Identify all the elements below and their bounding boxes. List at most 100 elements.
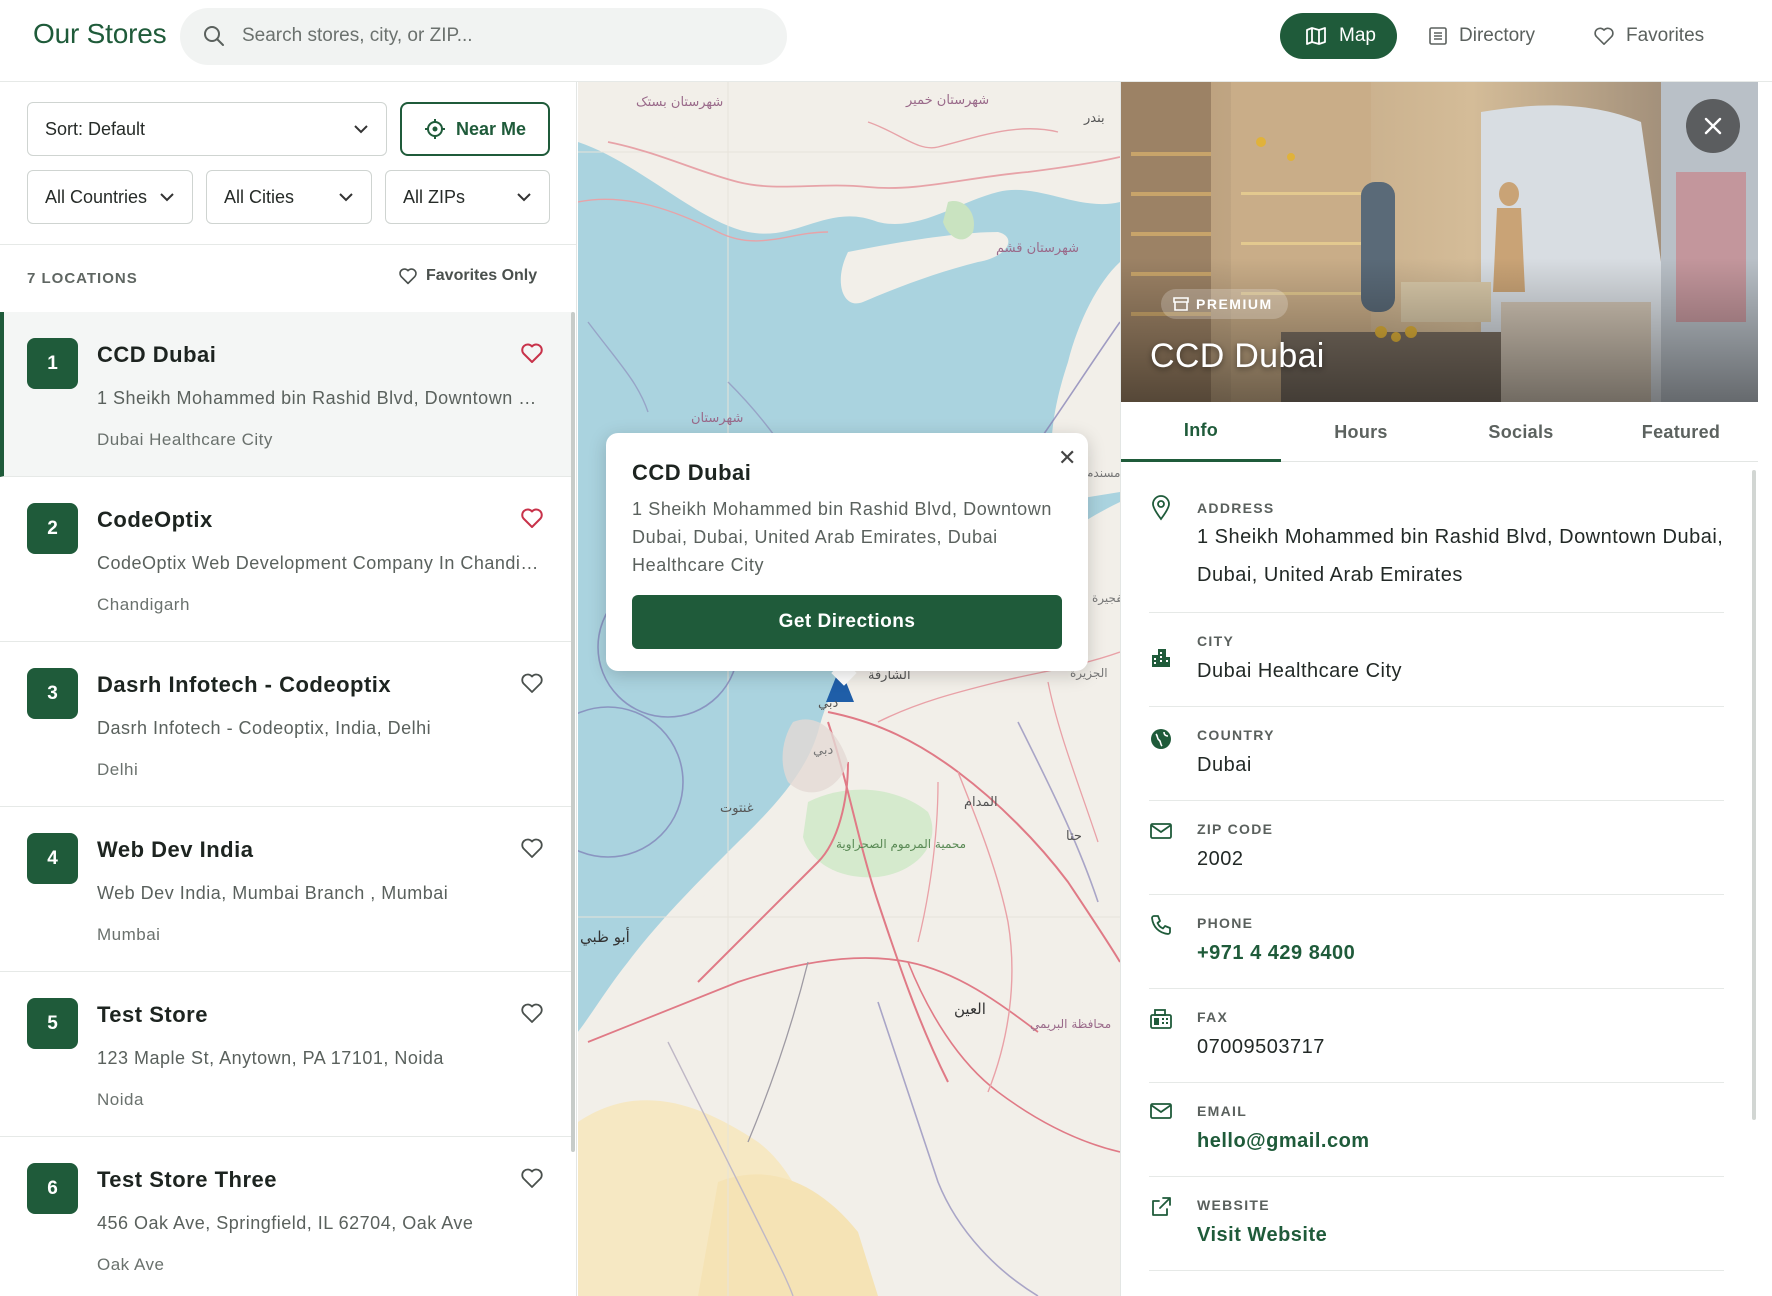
- map-label-qeshm: شهرستان قشم: [996, 241, 1079, 256]
- store-item[interactable]: 1 CCD Dubai 1 Sheikh Mohammed bin Rashid…: [0, 312, 573, 477]
- store-city: Chandigarh: [97, 595, 190, 614]
- store-item[interactable]: 5 Test Store 123 Maple St, Anytown, PA 1…: [0, 972, 573, 1137]
- city-icon: [1152, 649, 1170, 667]
- tab-info[interactable]: Info: [1121, 402, 1281, 462]
- phone-icon: [1151, 915, 1171, 935]
- zip-value: 2002: [1197, 848, 1244, 870]
- store-number-badge: 6: [27, 1163, 78, 1214]
- map-label-musandam: مسندم: [1086, 466, 1120, 480]
- map-label-abudhabi: أبو ظبي: [580, 927, 630, 947]
- info-section: ADDRESS 1 Sheikh Mohammed bin Rashid Blv…: [1149, 462, 1724, 1271]
- store-item[interactable]: 4 Web Dev India Web Dev India, Mumbai Br…: [0, 807, 573, 972]
- near-me-button[interactable]: Near Me: [400, 102, 550, 156]
- map-label-sang: شهرستان بستک: [636, 95, 723, 110]
- popup-address: 1 Sheikh Mohammed bin Rashid Blvd, Downt…: [632, 499, 1052, 575]
- store-city: Dubai Healthcare City: [97, 430, 273, 449]
- store-detail-panel: PREMIUM CCD Dubai Info Hours Socials Fea…: [1120, 82, 1758, 1296]
- country-value: All Countries: [45, 186, 148, 207]
- detail-store-name: CCD Dubai: [1150, 337, 1325, 375]
- country-row: COUNTRY Dubai: [1149, 707, 1724, 801]
- map-label-ghantoot: غنتوت: [720, 801, 754, 816]
- country-select[interactable]: All Countries: [27, 170, 193, 224]
- favorite-heart-icon[interactable]: [520, 672, 544, 694]
- heart-icon: [399, 268, 417, 285]
- store-name: Web Dev India: [97, 837, 254, 862]
- close-detail-button[interactable]: [1686, 99, 1740, 153]
- map-label-bandar: بندر: [1083, 111, 1105, 126]
- map-tiles[interactable]: شهرستان خمیر شهرستان بستک شهرستان قشم شه…: [578, 82, 1120, 1296]
- detail-scrollbar[interactable]: [1752, 470, 1756, 1120]
- favorites-view-button[interactable]: Favorites: [1593, 13, 1704, 59]
- map-label-dubai: دبي: [818, 696, 838, 711]
- map-label-fujairah: الفجيرة: [1092, 591, 1120, 606]
- store-city: Mumbai: [97, 925, 161, 944]
- store-address: 456 Oak Ave, Springfield, IL 62704, Oak …: [97, 1213, 474, 1233]
- map-label-marmoom: محمية المرموم الصحراوية: [836, 837, 966, 852]
- favorites-only-label: Favorites Only: [426, 267, 538, 284]
- country-label: COUNTRY: [1197, 727, 1275, 743]
- country-value: Dubai: [1197, 754, 1252, 776]
- map-view-button[interactable]: Map: [1280, 13, 1397, 59]
- store-item[interactable]: 3 Dasrh Infotech - Codeoptix Dasrh Infot…: [0, 642, 573, 807]
- email-label: EMAIL: [1197, 1103, 1248, 1119]
- search-bar[interactable]: Search stores, city, or ZIP...: [180, 8, 787, 65]
- store-city: Delhi: [97, 760, 139, 779]
- store-hero-image: PREMIUM CCD Dubai: [1121, 82, 1758, 402]
- list-scrollbar[interactable]: [571, 312, 575, 1152]
- website-row: WEBSITE Visit Website: [1149, 1177, 1724, 1271]
- chevron-down-icon: [517, 193, 531, 202]
- map-canvas[interactable]: شهرستان خمیر شهرستان بستک شهرستان قشم شه…: [578, 82, 1120, 1296]
- city-value: All Cities: [224, 186, 295, 207]
- address-label: ADDRESS: [1197, 500, 1275, 516]
- map-label-hatta: حتا: [1066, 829, 1082, 844]
- phone-label: PHONE: [1197, 915, 1254, 931]
- website-link[interactable]: Visit Website: [1197, 1216, 1327, 1254]
- favorite-heart-icon[interactable]: [520, 507, 544, 529]
- email-link[interactable]: hello@gmail.com: [1197, 1122, 1370, 1160]
- fax-row: FAX 07009503717: [1149, 989, 1724, 1083]
- tab-socials[interactable]: Socials: [1441, 402, 1601, 462]
- store-address: Web Dev India, Mumbai Branch , Mumbai: [97, 883, 449, 903]
- store-icon: [1173, 297, 1189, 311]
- store-list: 1 CCD Dubai 1 Sheikh Mohammed bin Rashid…: [0, 312, 573, 1296]
- store-number-badge: 4: [27, 833, 78, 884]
- favorite-heart-icon[interactable]: [520, 837, 544, 859]
- favorites-label: Favorites: [1626, 25, 1705, 46]
- chevron-down-icon: [339, 193, 353, 202]
- zip-label: ZIP CODE: [1197, 821, 1274, 837]
- directory-view-button[interactable]: Directory: [1428, 13, 1535, 59]
- close-icon[interactable]: ✕: [1058, 445, 1076, 471]
- sort-select[interactable]: Sort: Default: [27, 102, 387, 156]
- favorite-heart-icon[interactable]: [520, 1167, 544, 1189]
- brand-title[interactable]: Our Stores: [33, 18, 167, 50]
- map-label-buraimi: محافظة البريمي: [1030, 1017, 1111, 1032]
- store-name: Dasrh Infotech - Codeoptix: [97, 672, 392, 697]
- globe-icon: [1151, 729, 1171, 749]
- get-directions-button[interactable]: Get Directions: [632, 595, 1062, 649]
- store-name: CodeOptix: [97, 507, 213, 532]
- search-input[interactable]: Search stores, city, or ZIP...: [242, 25, 473, 47]
- map-icon: [1306, 27, 1326, 45]
- map-label-shahrestan: شهرستان: [691, 411, 743, 426]
- zip-value: All ZIPs: [403, 186, 466, 207]
- store-item[interactable]: 6 Test Store Three 456 Oak Ave, Springfi…: [0, 1137, 573, 1296]
- favorites-only-toggle[interactable]: Favorites Only: [398, 267, 537, 285]
- city-select[interactable]: All Cities: [206, 170, 372, 224]
- phone-link[interactable]: +971 4 429 8400: [1197, 934, 1355, 972]
- store-number-badge: 1: [27, 338, 78, 389]
- store-name: Test Store Three: [97, 1167, 277, 1192]
- store-address: 1 Sheikh Mohammed bin Rashid Blvd, Downt…: [97, 388, 547, 408]
- favorite-heart-icon[interactable]: [520, 342, 544, 364]
- city-label: CITY: [1197, 633, 1235, 649]
- phone-row: PHONE +971 4 429 8400: [1149, 895, 1724, 989]
- tab-hours[interactable]: Hours: [1281, 402, 1441, 462]
- city-value: Dubai Healthcare City: [1197, 660, 1403, 682]
- map-label-madam: المدام: [964, 795, 998, 810]
- near-me-label: Near Me: [455, 118, 527, 139]
- zip-row: ZIP CODE 2002: [1149, 801, 1724, 895]
- favorite-heart-icon[interactable]: [520, 1002, 544, 1024]
- store-item[interactable]: 2 CodeOptix CodeOptix Web Development Co…: [0, 477, 573, 642]
- zip-select[interactable]: All ZIPs: [385, 170, 550, 224]
- website-label: WEBSITE: [1197, 1197, 1270, 1213]
- tab-featured[interactable]: Featured: [1601, 402, 1758, 462]
